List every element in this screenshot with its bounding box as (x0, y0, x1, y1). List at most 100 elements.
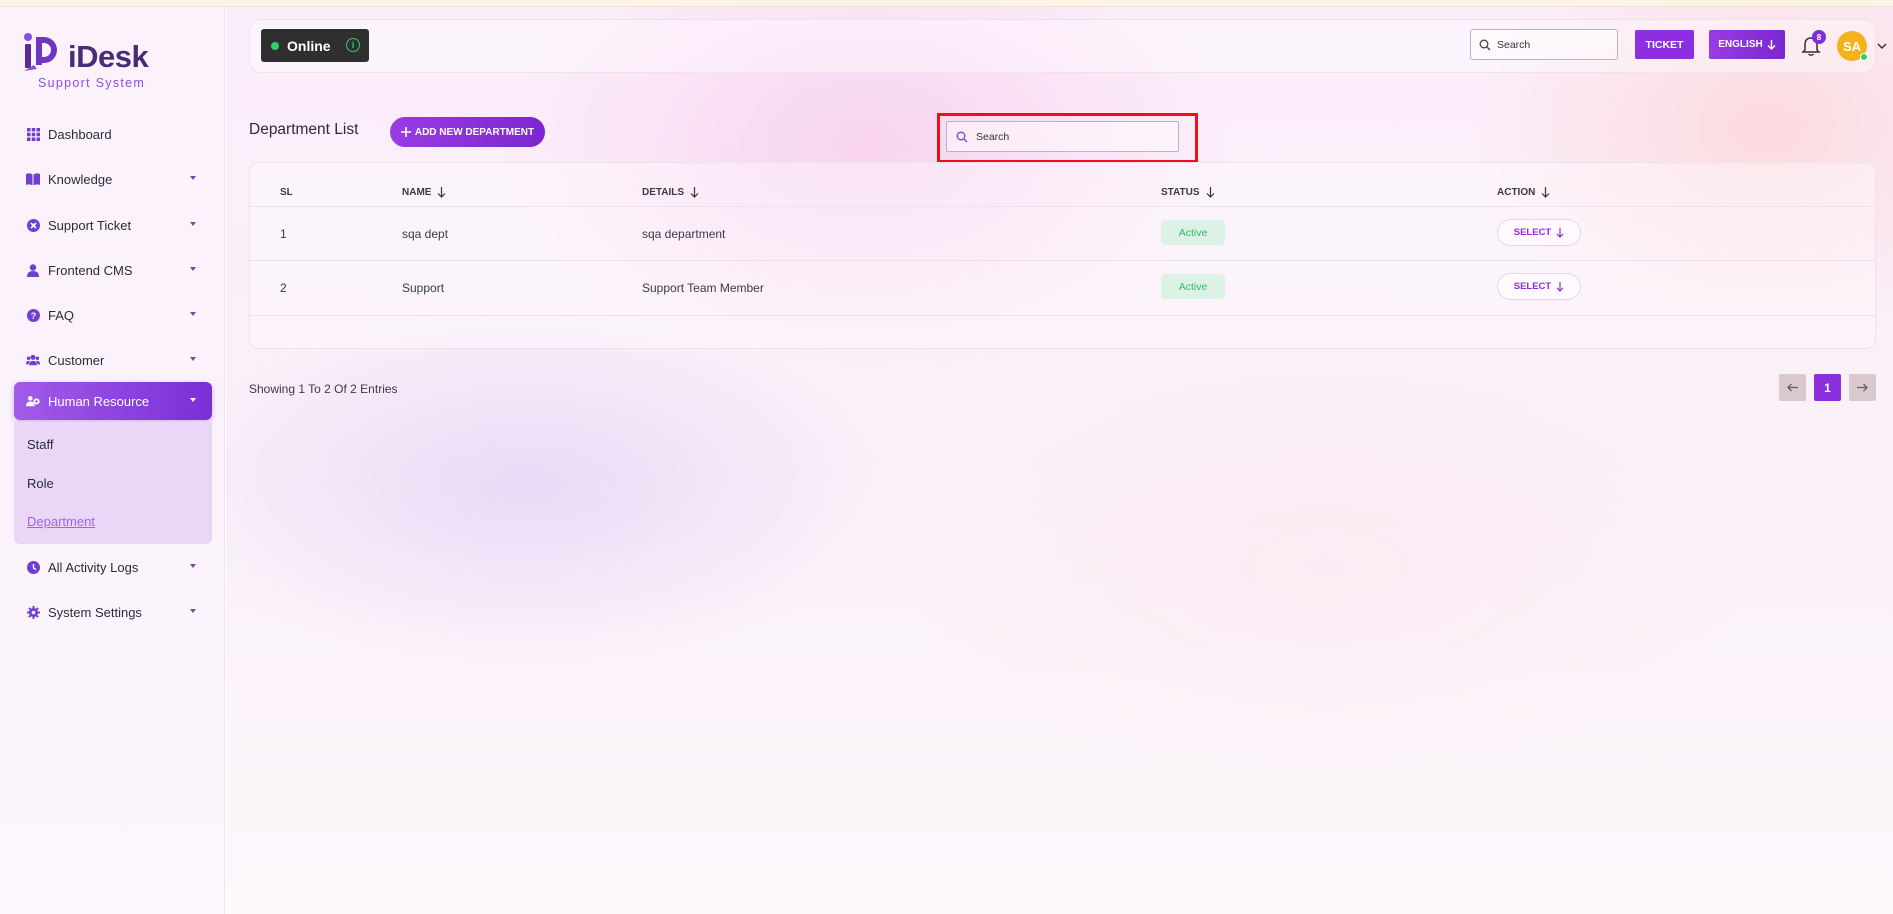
sidebar-item-system-settings[interactable]: System Settings (14, 593, 212, 631)
sidebar-item-label: Human Resource (48, 393, 150, 409)
submenu-item-staff[interactable]: Staff (27, 437, 54, 452)
users-icon (26, 353, 40, 367)
column-header-name[interactable]: NAME (402, 187, 446, 198)
sort-arrow-icon (1541, 187, 1550, 198)
cell-sl: 1 (280, 227, 287, 241)
brand-tagline: Support System (38, 76, 146, 90)
question-circle-icon: ? (26, 308, 40, 322)
online-status-toggle[interactable]: Online i (261, 29, 369, 62)
arrow-right-icon (1857, 383, 1868, 392)
column-header-status[interactable]: STATUS (1161, 187, 1215, 198)
sidebar-item-label: System Settings (48, 604, 142, 620)
sidebar-item-label: Customer (48, 352, 105, 368)
add-department-button[interactable]: ADD NEW DEPARTMENT (390, 117, 545, 147)
select-label: SELECT (1513, 281, 1552, 292)
arrow-down-icon (1556, 281, 1564, 292)
plus-icon (400, 127, 411, 137)
caret-down-icon (190, 398, 196, 402)
caret-down-icon (190, 222, 196, 226)
page-title: Department List (249, 121, 359, 138)
cell-name: sqa dept (402, 227, 449, 241)
online-status-label: Online (287, 37, 331, 54)
row-divider (250, 315, 1877, 316)
language-label: ENGLISH (1718, 39, 1763, 50)
column-header-sl[interactable]: SL (280, 187, 293, 198)
chevron-down-icon[interactable] (1876, 40, 1888, 52)
top-header: Online i Search TICKET ENGLISH 8 SA (249, 19, 1887, 73)
clock-icon (26, 560, 40, 574)
logo[interactable]: iDesk Support System (22, 31, 162, 90)
sidebar-item-label: Frontend CMS (48, 262, 133, 278)
caret-down-icon (190, 609, 196, 613)
sidebar-item-frontend-cms[interactable]: Frontend CMS (14, 251, 212, 289)
brand-name: iDesk (68, 39, 149, 74)
grid-icon (26, 127, 40, 141)
sidebar-item-activity-logs[interactable]: All Activity Logs (14, 548, 212, 586)
next-page-button[interactable] (1849, 374, 1876, 401)
hr-icon (26, 394, 40, 408)
row-divider (250, 206, 1877, 207)
caret-down-icon (190, 357, 196, 361)
sidebar-item-faq[interactable]: ? FAQ (14, 296, 212, 334)
column-header-label: NAME (402, 187, 432, 198)
sidebar-item-support-ticket[interactable]: Support Ticket (14, 206, 212, 244)
row-divider (250, 260, 1877, 261)
caret-down-icon (190, 564, 196, 568)
arrow-left-icon (1787, 383, 1798, 392)
sidebar-item-human-resource[interactable]: Human Resource (14, 382, 212, 420)
column-header-label: ACTION (1497, 187, 1536, 198)
sidebar-item-dashboard[interactable]: Dashboard (14, 115, 212, 153)
select-label: SELECT (1513, 227, 1552, 238)
cell-name: Support (402, 281, 445, 295)
select-action-button[interactable]: SELECT (1497, 219, 1581, 246)
human-resource-submenu: Staff Role Department (14, 422, 212, 544)
book-icon (26, 172, 40, 186)
sidebar-item-label: Knowledge (48, 171, 113, 187)
caret-down-icon (190, 267, 196, 271)
sidebar-item-label: Dashboard (48, 126, 112, 142)
info-icon[interactable]: i (346, 38, 360, 52)
sidebar-item-label: FAQ (48, 307, 75, 323)
column-header-action[interactable]: ACTION (1497, 187, 1550, 198)
sidebar-item-label: All Activity Logs (48, 559, 139, 575)
sidebar-item-label: Support Ticket (48, 217, 132, 233)
column-header-label: DETAILS (642, 187, 685, 198)
caret-down-icon (190, 176, 196, 180)
sidebar-item-knowledge[interactable]: Knowledge (14, 160, 212, 198)
caret-down-icon (190, 312, 196, 316)
ticket-x-icon (26, 218, 40, 232)
column-header-details[interactable]: DETAILS (642, 187, 699, 198)
arrow-down-icon (1767, 39, 1776, 50)
svg-text:?: ? (30, 311, 36, 321)
department-table: SL NAME DETAILS STATUS ACTION 1 sqa dept… (249, 162, 1877, 349)
header-search-input[interactable]: Search (1470, 29, 1618, 60)
idesk-logo-icon (24, 33, 57, 71)
add-department-label: ADD NEW DEPARTMENT (414, 126, 535, 138)
cell-details: sqa department (642, 227, 726, 241)
select-action-button[interactable]: SELECT (1497, 273, 1581, 300)
highlight-box (937, 113, 1198, 163)
search-icon (1479, 39, 1491, 50)
cell-details: Support Team Member (642, 281, 764, 295)
language-dropdown[interactable]: ENGLISH (1709, 30, 1785, 59)
status-badge: Active (1161, 274, 1225, 299)
sidebar: iDesk Support System Dashboard Knowledge… (0, 7, 225, 914)
status-badge: Active (1161, 220, 1225, 245)
sidebar-item-customer[interactable]: Customer (14, 341, 212, 379)
sort-arrow-icon (1206, 187, 1214, 198)
page-number-button[interactable]: 1 (1814, 374, 1841, 401)
column-header-label: STATUS (1161, 187, 1200, 198)
main-content: Online i Search TICKET ENGLISH 8 SA Depa… (226, 7, 1893, 914)
submenu-item-department[interactable]: Department (27, 514, 95, 529)
column-header-label: SL (280, 187, 293, 198)
user-icon (26, 263, 40, 277)
browser-top-strip (0, 0, 1893, 7)
ticket-button[interactable]: TICKET (1635, 30, 1694, 59)
online-indicator-icon (1860, 53, 1868, 61)
online-dot-icon (271, 41, 279, 50)
sort-arrow-icon (690, 187, 699, 198)
submenu-item-role[interactable]: Role (27, 476, 54, 491)
prev-page-button[interactable] (1779, 374, 1806, 401)
gear-icon (26, 605, 40, 619)
notification-count-badge: 8 (1812, 30, 1826, 44)
